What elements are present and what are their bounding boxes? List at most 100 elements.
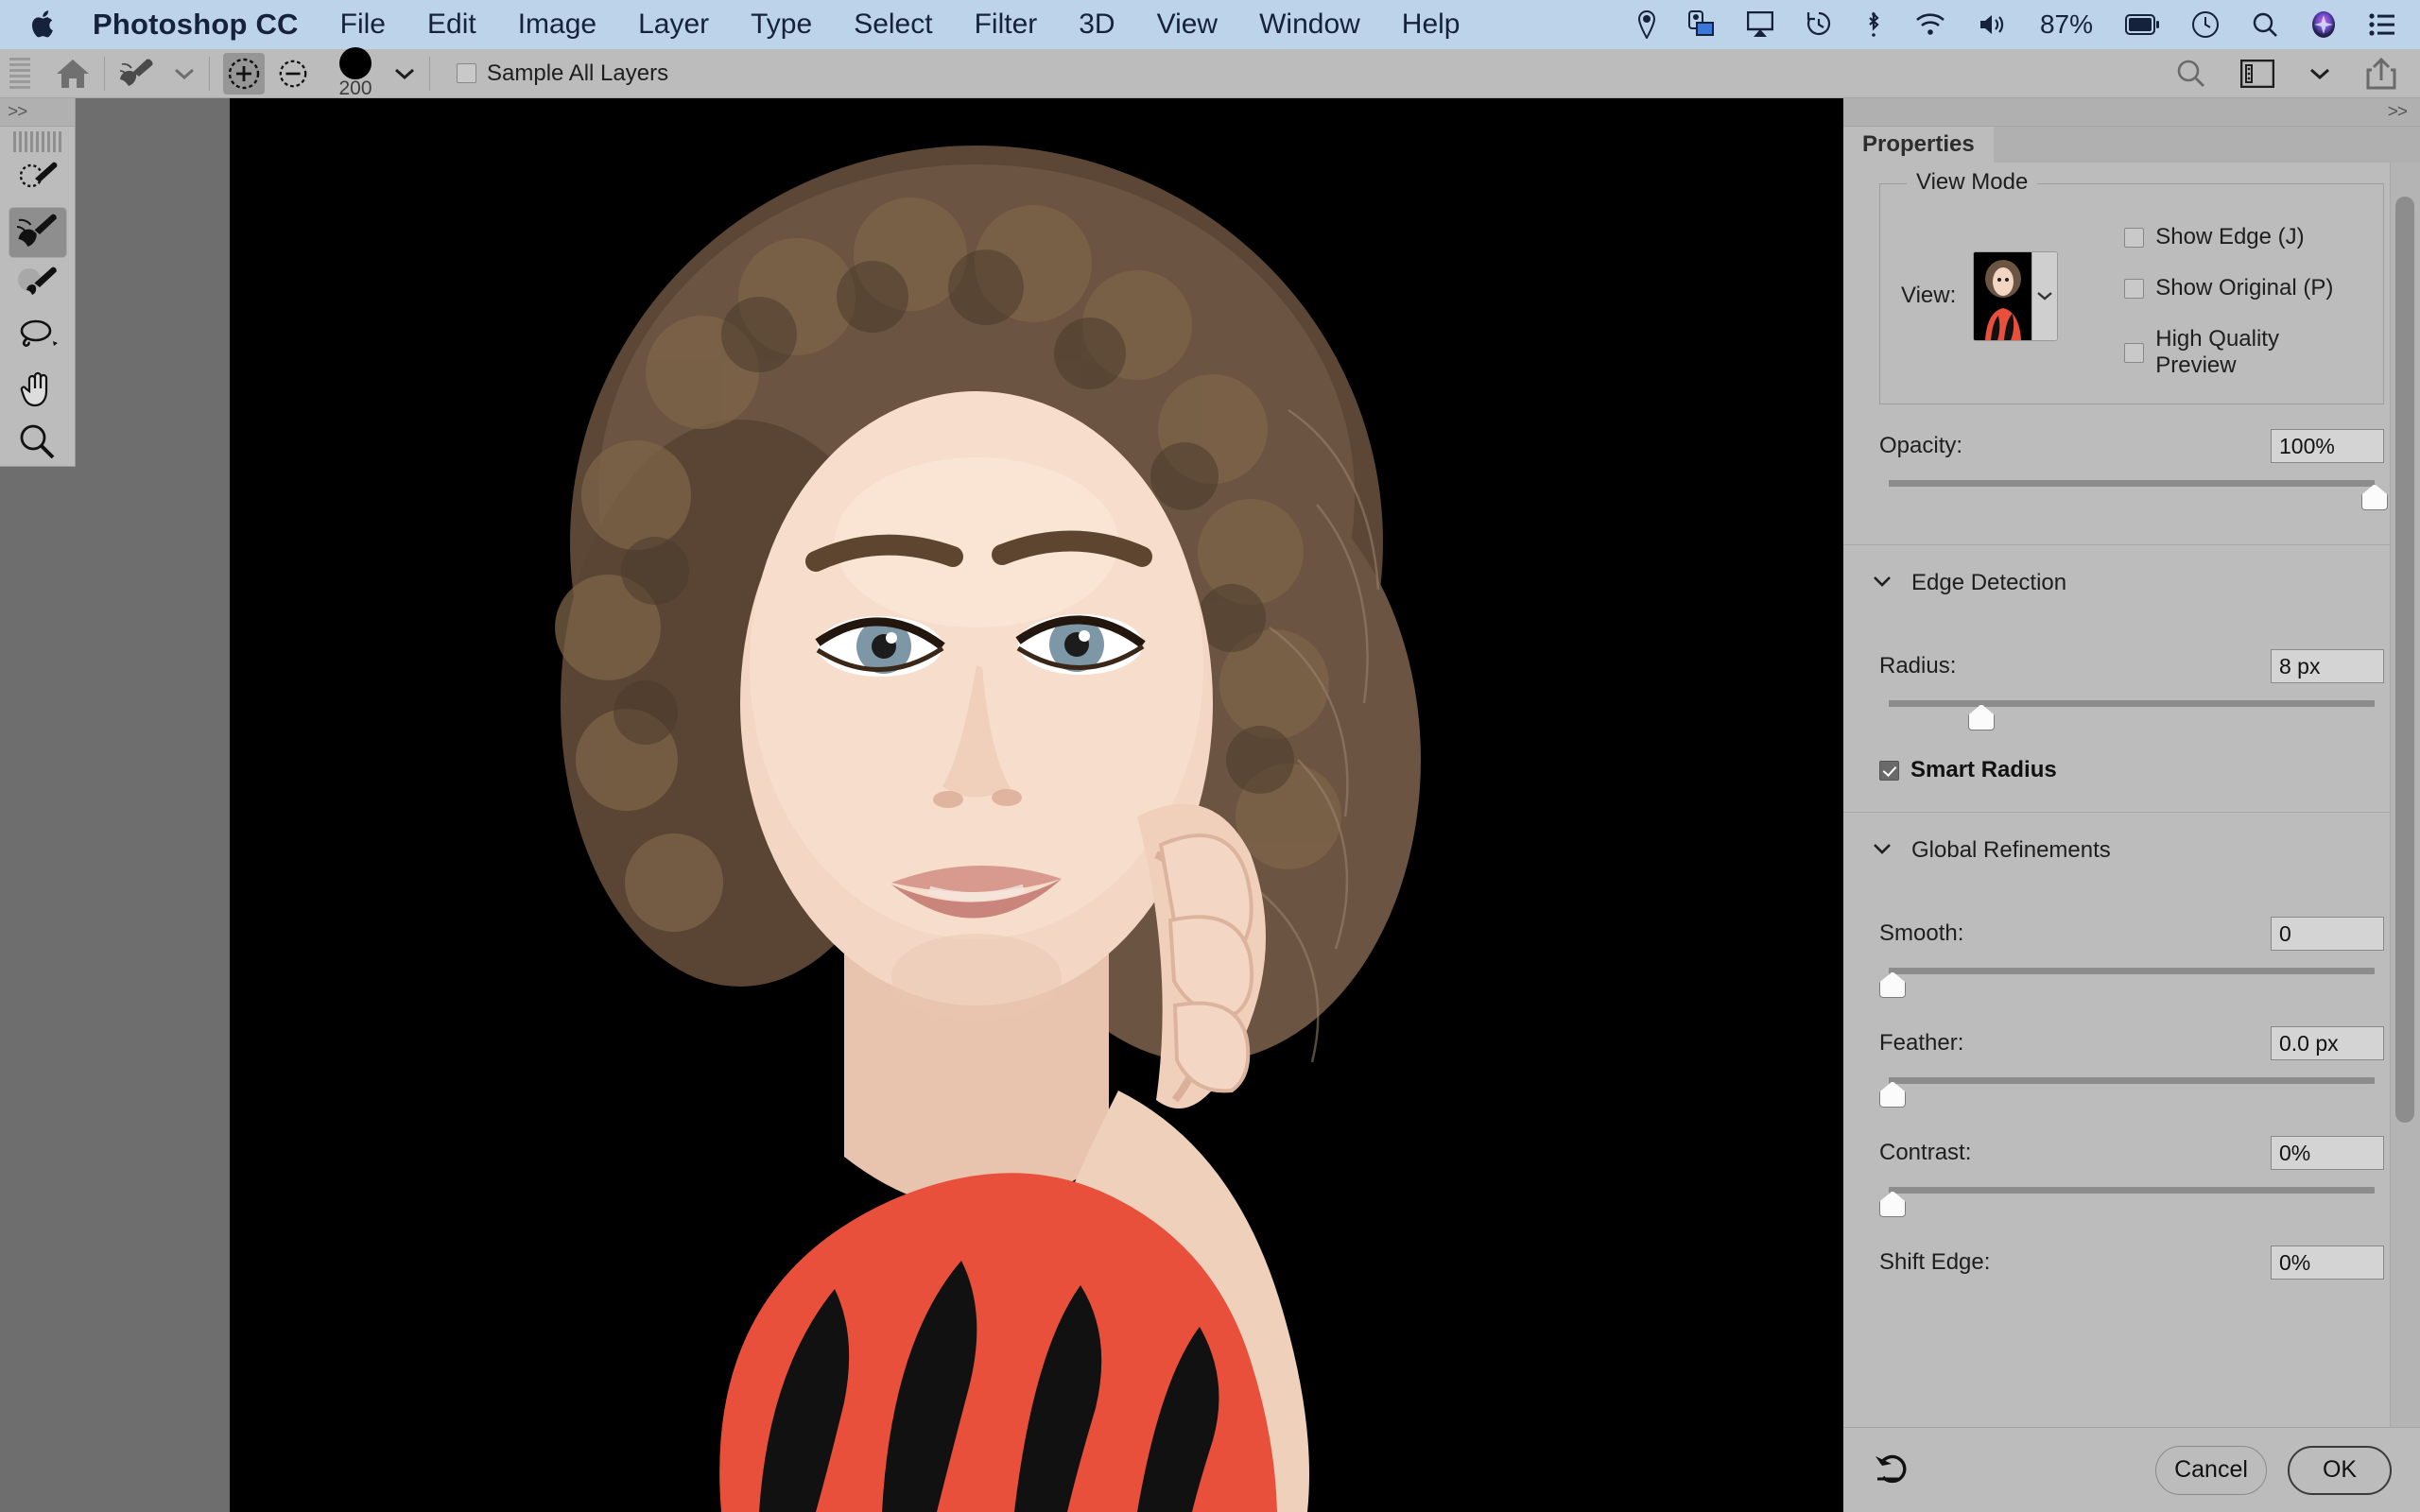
sample-all-layers-checkbox[interactable]: Sample All Layers [457, 60, 668, 87]
volume-icon[interactable] [1978, 12, 2008, 37]
show-edge-box[interactable] [2124, 227, 2145, 248]
control-center-icon[interactable] [2369, 13, 2395, 36]
global-refinements-section: Global Refinements Smooth: 0 Feather: 0.… [1843, 813, 2420, 1280]
sidebar-item-lasso-tool[interactable] [9, 313, 67, 364]
sidebar-item-zoom-tool[interactable] [9, 419, 67, 470]
shift-edge-input[interactable]: 0% [2271, 1246, 2384, 1280]
view-mode-chevron-down-icon[interactable] [2031, 251, 2058, 340]
menu-3d[interactable]: 3D [1079, 9, 1115, 41]
view-mode-legend: View Mode [1907, 169, 2038, 196]
view-mode-checkbox-group: Show Edge (J) Show Original (P) High Qua… [2124, 213, 2362, 379]
show-original-box[interactable] [2124, 278, 2145, 299]
menu-type[interactable]: Type [751, 9, 812, 41]
smooth-slider-knob[interactable] [1879, 971, 1906, 998]
clock-icon[interactable] [2191, 10, 2220, 39]
tool-preset-refine-edge-brush-icon[interactable] [118, 56, 160, 92]
radius-slider-knob[interactable] [1968, 704, 1995, 730]
sidebar-item-hand-tool[interactable] [9, 366, 67, 417]
radius-slider[interactable] [1879, 695, 2384, 738]
bluetooth-icon[interactable] [1864, 10, 1883, 39]
time-machine-icon[interactable] [1806, 10, 1832, 39]
high-quality-preview-checkbox[interactable]: High Quality Preview [2124, 326, 2362, 379]
feather-slider-track [1889, 1077, 2375, 1084]
menu-layer[interactable]: Layer [638, 9, 709, 41]
brush-size-picker[interactable]: 200 [327, 46, 384, 100]
edge-detection-chevron-down-icon[interactable] [1872, 575, 1893, 593]
menu-filter[interactable]: Filter [975, 9, 1038, 41]
menu-image[interactable]: Image [518, 9, 596, 41]
workspace-chevron-down-icon[interactable] [2308, 66, 2331, 81]
options-divider-2 [209, 56, 210, 91]
smart-radius-box[interactable] [1879, 760, 1899, 781]
radius-label: Radius: [1879, 653, 1957, 679]
sample-all-layers-box[interactable] [457, 63, 476, 83]
smooth-input[interactable]: 0 [2271, 917, 2384, 951]
opacity-slider-knob[interactable] [2361, 484, 2388, 510]
menu-select[interactable]: Select [854, 9, 932, 41]
show-edge-checkbox[interactable]: Show Edge (J) [2124, 224, 2362, 250]
screen-sharing-icon[interactable] [1687, 10, 1715, 39]
global-refinements-chevron-down-icon[interactable] [1872, 842, 1893, 860]
smooth-slider[interactable] [1879, 962, 2384, 1005]
document-canvas-image[interactable] [230, 98, 1843, 1512]
brush-size-chevron-down-icon[interactable] [393, 66, 416, 81]
view-mode-dropdown[interactable] [1973, 250, 2059, 341]
menu-file[interactable]: File [340, 9, 386, 41]
smart-radius-checkbox[interactable]: Smart Radius [1870, 747, 2394, 812]
menu-help[interactable]: Help [1402, 9, 1461, 41]
options-bar-grip[interactable] [9, 57, 30, 90]
feather-input[interactable]: 0.0 px [2271, 1026, 2384, 1060]
share-icon[interactable] [2365, 57, 2397, 90]
high-quality-preview-box[interactable] [2124, 342, 2145, 363]
tools-panel-grip[interactable] [13, 131, 61, 152]
view-mode-section: View Mode View: Show Edge (J) Show Origi… [1843, 169, 2420, 545]
wifi-icon[interactable] [1915, 12, 1945, 37]
ok-button[interactable]: OK [2288, 1445, 2392, 1495]
search-icon[interactable] [2176, 59, 2206, 89]
global-refinements-header[interactable]: Global Refinements [1870, 813, 2394, 864]
add-to-selection-icon[interactable] [223, 52, 265, 94]
menu-edit[interactable]: Edit [427, 9, 476, 41]
panel-scrollbar-thumb[interactable] [2395, 197, 2414, 1123]
opacity-slider-track [1889, 480, 2375, 487]
radius-slider-track [1889, 700, 2375, 707]
siri-icon[interactable] [2310, 10, 2337, 39]
tool-preset-chevron-down-icon[interactable] [173, 66, 196, 81]
contrast-input[interactable]: 0% [2271, 1136, 2384, 1170]
brush-size-value: 200 [338, 77, 372, 99]
workspace-icon[interactable] [2240, 59, 2274, 88]
sidebar-item-brush-tool[interactable] [9, 260, 67, 311]
home-icon[interactable] [55, 57, 91, 91]
contrast-slider-knob[interactable] [1879, 1191, 1906, 1217]
opacity-slider[interactable] [1879, 474, 2388, 518]
tab-properties[interactable]: Properties [1843, 127, 1994, 163]
options-bar-right-tools [2142, 57, 2420, 90]
shift-edge-label: Shift Edge: [1879, 1249, 1991, 1275]
edge-detection-header[interactable]: Edge Detection [1870, 545, 2394, 596]
airplay-icon[interactable] [1746, 11, 1773, 38]
apple-logo-icon[interactable] [30, 9, 55, 40]
subtract-from-selection-icon[interactable] [272, 53, 314, 94]
sidebar-item-refine-edge-brush-tool[interactable] [8, 207, 67, 258]
menu-window[interactable]: Window [1259, 9, 1360, 41]
feather-slider[interactable] [1879, 1072, 2384, 1115]
sidebar-item-quick-selection-tool[interactable] [9, 154, 67, 205]
contrast-slider[interactable] [1879, 1181, 2384, 1225]
spotlight-search-icon[interactable] [2252, 11, 2278, 38]
options-divider-3 [429, 56, 430, 91]
show-original-checkbox[interactable]: Show Original (P) [2124, 275, 2362, 301]
reset-undo-icon[interactable] [1872, 1449, 1910, 1491]
menu-view[interactable]: View [1157, 9, 1218, 41]
battery-icon[interactable] [2125, 14, 2159, 35]
panel-collapse-button[interactable]: >> [1843, 98, 2420, 127]
opacity-label: Opacity: [1879, 433, 1963, 458]
high-quality-preview-label: High Quality Preview [2155, 326, 2279, 378]
hand-icon [19, 370, 57, 413]
tools-collapse-button[interactable]: >> [0, 98, 75, 127]
app-title: Photoshop CC [93, 8, 299, 41]
cancel-button[interactable]: Cancel [2155, 1445, 2267, 1495]
radius-input[interactable]: 8 px [2271, 649, 2384, 683]
opacity-input[interactable]: 100% [2271, 429, 2384, 463]
location-pin-icon[interactable] [1637, 10, 1656, 39]
feather-slider-knob[interactable] [1879, 1081, 1906, 1108]
